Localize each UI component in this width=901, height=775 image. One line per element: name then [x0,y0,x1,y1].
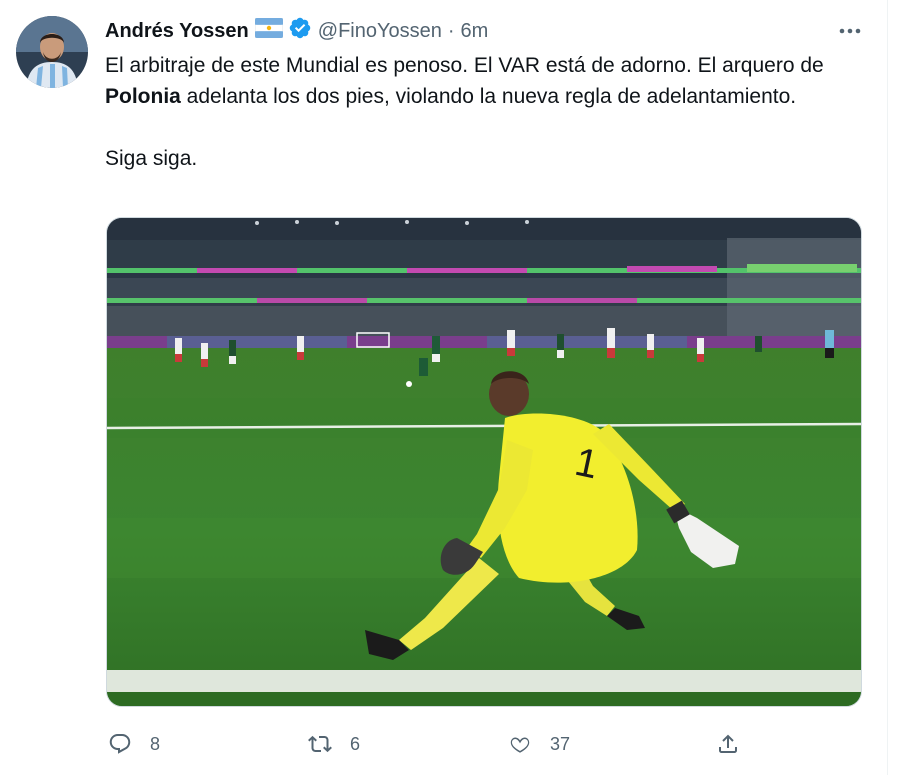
avatar-image [16,16,88,88]
retweet-button[interactable]: 6 [304,728,360,760]
avatar[interactable] [16,16,88,88]
tweet-paragraph-2: Siga siga. [105,147,198,170]
more-dots-icon [839,28,861,34]
like-count: 37 [550,733,571,754]
like-button[interactable]: 37 [504,728,570,760]
tweet-text-part2: adelanta los dos pies, violando la nueva… [180,85,797,108]
reply-icon [104,728,136,760]
author-handle[interactable]: @FinoYossen [318,20,442,43]
retweet-icon [304,728,336,760]
tweet-media-photo[interactable]: 1 [106,217,862,707]
verified-badge-icon [288,16,312,46]
timeline-divider [887,0,888,775]
tweet-header: Andrés Yossen @FinoYossen · 6m [105,16,489,46]
tweet-text: El arbitraje de este Mundial es penoso. … [105,50,865,174]
heart-icon [504,728,536,760]
more-options-button[interactable] [834,18,866,44]
tweet-paragraph-1: El arbitraje de este Mundial es penoso. … [105,50,865,112]
tweet-actions-bar: 8 6 37 [100,728,760,760]
reply-count: 8 [150,733,161,754]
penalty-goalkeeper-photo: 1 [107,218,861,706]
author-name[interactable]: Andrés Yossen [105,20,249,43]
tweet-text-part1: El arbitraje de este Mundial es penoso. … [105,54,824,77]
share-icon [712,728,744,760]
argentina-flag-icon [254,17,284,44]
separator-dot: · [447,19,455,42]
retweet-count: 6 [350,733,361,754]
timestamp[interactable]: 6m [461,20,489,43]
reply-button[interactable]: 8 [104,728,160,760]
share-button[interactable] [712,728,744,760]
tweet-text-bold: Polonia [105,85,181,108]
